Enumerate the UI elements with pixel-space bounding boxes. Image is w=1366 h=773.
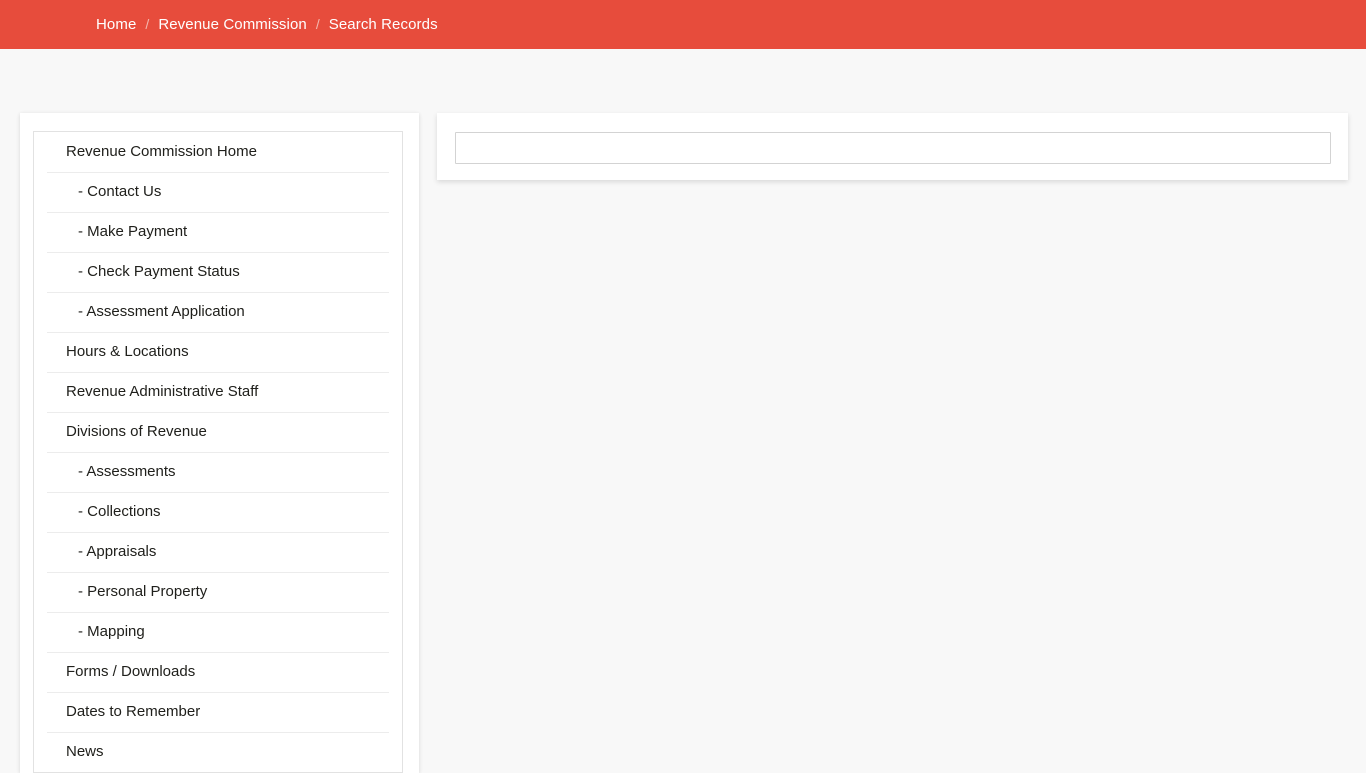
sidebar-item-label: Personal Property [87, 583, 208, 600]
sidebar-item-hours-locations[interactable]: Hours & Locations [34, 332, 402, 372]
top-breadcrumb-bar: Home / Revenue Commission / Search Recor… [0, 0, 1366, 49]
sidebar-item-label: Contact Us [87, 183, 162, 200]
sidebar-item-dash: - [78, 263, 88, 280]
sidebar-item-dash: - [78, 503, 88, 520]
sidebar-item-contact-us[interactable]: - Contact Us [34, 172, 402, 212]
sidebar-item-forms-downloads[interactable]: Forms / Downloads [34, 652, 402, 692]
sidebar-item-label: Collections [87, 503, 161, 520]
sidebar-item-assessment-application[interactable]: - Assessment Application [34, 292, 402, 332]
breadcrumb-separator: / [315, 16, 320, 32]
breadcrumb-separator: / [145, 16, 150, 32]
sidebar-item-revenue-administrative-staff[interactable]: Revenue Administrative Staff [34, 372, 402, 412]
sidebar-item-label: Appraisals [86, 543, 157, 560]
sidebar-item-divisions-of-revenue[interactable]: Divisions of Revenue [34, 412, 402, 452]
sidebar-item-check-payment-status[interactable]: - Check Payment Status [34, 252, 402, 292]
sidebar-item-label: News [66, 743, 104, 760]
breadcrumb-item-revenue-commission[interactable]: Revenue Commission [158, 0, 307, 49]
sidebar-panel: Revenue Commission Home - Contact Us - Mak… [20, 113, 419, 773]
sidebar-item-appraisals[interactable]: - Appraisals [34, 532, 402, 572]
sidebar-item-label: Dates to Remember [66, 703, 201, 720]
sidebar-item-label: Hours & Locations [66, 343, 189, 360]
breadcrumb: Home / Revenue Commission / Search Recor… [0, 0, 438, 49]
sidebar-item-assessments[interactable]: - Assessments [34, 452, 402, 492]
breadcrumb-item-search-records[interactable]: Search Records [329, 0, 438, 49]
sidebar-item-make-payment[interactable]: - Make Payment [34, 212, 402, 252]
sidebar-item-dash: - [78, 583, 88, 600]
sidebar-item-revenue-commission-home[interactable]: Revenue Commission Home [34, 132, 402, 172]
sidebar-item-label: Assessments [86, 463, 176, 480]
sidebar-item-label: Check Payment Status [87, 263, 240, 280]
sidebar-item-dates-to-remember[interactable]: Dates to Remember [34, 692, 402, 732]
sidebar-item-label: Forms / Downloads [66, 663, 196, 680]
sidebar-item-label: Revenue Commission Home [66, 143, 257, 160]
sidebar-item-mapping[interactable]: - Mapping [34, 612, 402, 652]
sidebar-item-collections[interactable]: - Collections [34, 492, 402, 532]
sidebar-item-dash: - [78, 183, 88, 200]
sidebar-item-label: Revenue Administrative Staff [66, 383, 259, 400]
sidebar-item-label: Assessment Application [86, 303, 245, 320]
sidebar-item-news[interactable]: News [34, 732, 402, 772]
breadcrumb-item-home[interactable]: Home [96, 0, 136, 49]
sidebar-navigation: Revenue Commission Home - Contact Us - Mak… [33, 131, 403, 773]
search-panel [437, 113, 1348, 180]
search-input[interactable] [455, 132, 1331, 164]
sidebar-item-label: Mapping [87, 623, 145, 640]
sidebar-item-label: Divisions of Revenue [66, 423, 207, 440]
sidebar-item-personal-property[interactable]: - Personal Property [34, 572, 402, 612]
sidebar-item-dash: - [78, 623, 88, 640]
sidebar-item-label: Make Payment [87, 223, 188, 240]
sidebar-item-dash: - [78, 223, 88, 240]
